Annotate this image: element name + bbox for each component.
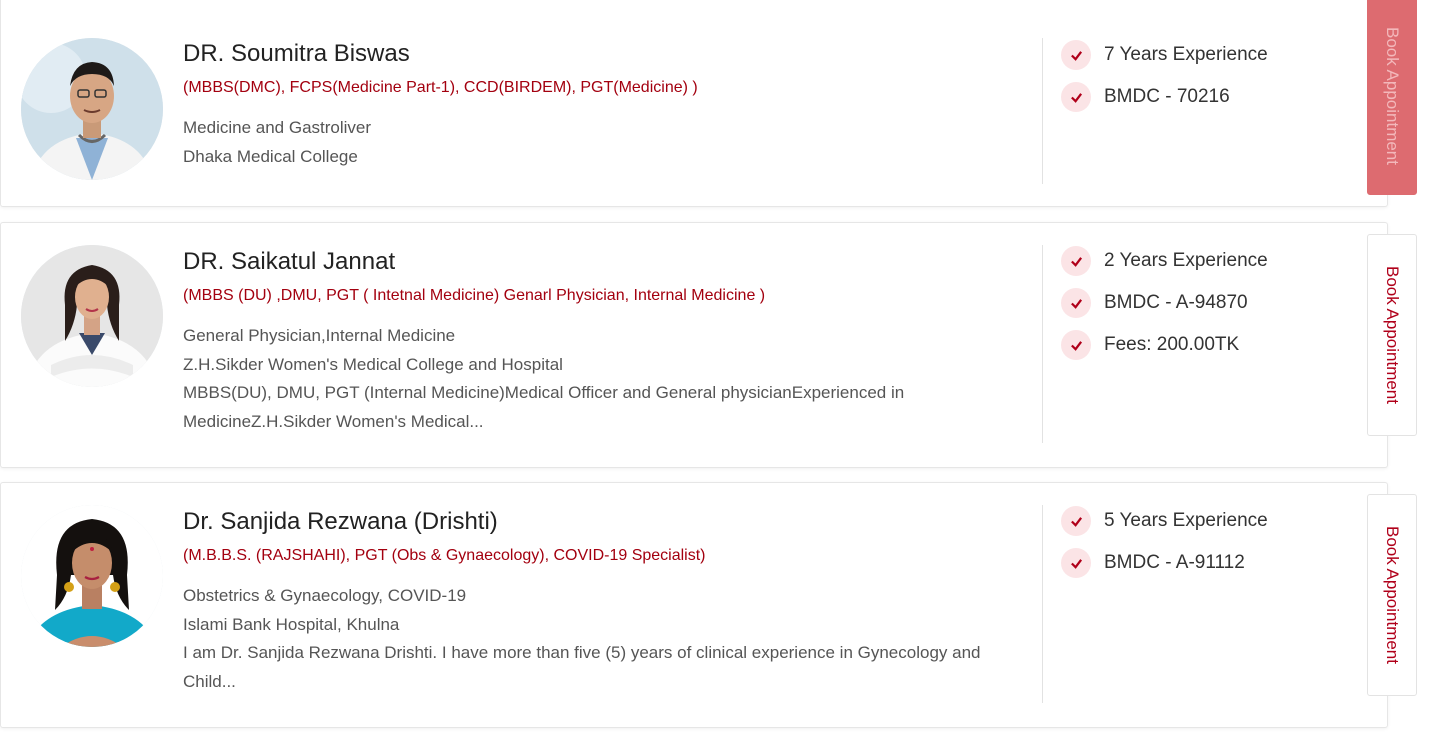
stat-bmdc: BMDC - 70216 xyxy=(1061,81,1351,113)
card-divider xyxy=(1042,505,1043,703)
check-icon xyxy=(1061,330,1091,360)
doctor-institution: Dhaka Medical College xyxy=(183,146,358,166)
doctor-avatar xyxy=(21,245,163,387)
doctor-institution: Z.H.Sikder Women's Medical College and H… xyxy=(183,354,563,374)
doctor-name[interactable]: Dr. Sanjida Rezwana (Drishti) xyxy=(183,508,1023,536)
doctor-avatar xyxy=(21,38,163,180)
stat-text: BMDC - A-91112 xyxy=(1104,552,1245,573)
doctor-qualifications: (MBBS(DMC), FCPS(Medicine Part-1), CCD(B… xyxy=(183,79,698,96)
doctor-specialty: Medicine and Gastroliver xyxy=(183,118,372,137)
stat-text: Fees: 200.00TK xyxy=(1104,334,1240,355)
doctor-stats: 5 Years Experience BMDC - A-91112 xyxy=(1061,505,1351,589)
book-appointment-label: Book Appointment xyxy=(1383,27,1402,165)
stat-bmdc: BMDC - A-94870 xyxy=(1061,287,1351,319)
doctor-qualifications: (M.B.B.S. (RAJSHAHI), PGT (Obs & Gynaeco… xyxy=(183,547,706,564)
doctor-institution: Islami Bank Hospital, Khulna xyxy=(183,614,400,634)
doctor-bio: I am Dr. Sanjida Rezwana Drishti. I have… xyxy=(183,643,981,691)
check-icon xyxy=(1061,246,1091,276)
stat-bmdc: BMDC - A-91112 xyxy=(1061,547,1351,579)
check-icon xyxy=(1061,40,1091,70)
card-divider xyxy=(1042,38,1043,184)
card-divider xyxy=(1042,245,1043,443)
doctor-specialty: Obstetrics & Gynaecology, COVID-19 xyxy=(183,586,467,605)
doctor-name[interactable]: DR. Soumitra Biswas xyxy=(183,40,1023,68)
stat-text: 7 Years Experience xyxy=(1104,44,1268,65)
stat-text: BMDC - A-94870 xyxy=(1104,292,1248,313)
book-appointment-label: Book Appointment xyxy=(1383,266,1402,404)
stat-fees: Fees: 200.00TK xyxy=(1061,329,1351,361)
stat-text: 2 Years Experience xyxy=(1104,250,1268,271)
doctor-card: DR. Saikatul Jannat (MBBS (DU) ,DMU, PGT… xyxy=(0,222,1388,468)
book-appointment-button[interactable]: Book Appointment xyxy=(1367,494,1417,696)
book-appointment-button[interactable]: Book Appointment xyxy=(1367,0,1417,195)
check-icon xyxy=(1061,548,1091,578)
check-icon xyxy=(1061,82,1091,112)
doctor-card: Dr. Sanjida Rezwana (Drishti) (M.B.B.S. … xyxy=(0,482,1388,728)
doctor-stats: 2 Years Experience BMDC - A-94870 Fees: … xyxy=(1061,245,1351,371)
check-icon xyxy=(1061,288,1091,318)
stat-experience: 5 Years Experience xyxy=(1061,505,1351,537)
doctor-name[interactable]: DR. Saikatul Jannat xyxy=(183,248,1023,276)
stat-text: 5 Years Experience xyxy=(1104,510,1268,531)
doctor-bio: MBBS(DU), DMU, PGT (Internal Medicine)Me… xyxy=(183,383,905,431)
doctor-card: DR. Soumitra Biswas (MBBS(DMC), FCPS(Med… xyxy=(0,0,1388,207)
doctor-stats: 7 Years Experience BMDC - 70216 xyxy=(1061,39,1351,123)
stat-text: BMDC - 70216 xyxy=(1104,86,1230,107)
stat-experience: 2 Years Experience xyxy=(1061,245,1351,277)
book-appointment-label: Book Appointment xyxy=(1383,526,1402,664)
book-appointment-button[interactable]: Book Appointment xyxy=(1367,234,1417,436)
doctor-avatar xyxy=(21,505,163,647)
doctor-specialty: General Physician,Internal Medicine xyxy=(183,326,456,345)
check-icon xyxy=(1061,506,1091,536)
stat-experience: 7 Years Experience xyxy=(1061,39,1351,71)
doctor-qualifications: (MBBS (DU) ,DMU, PGT ( Intetnal Medicine… xyxy=(183,287,766,304)
